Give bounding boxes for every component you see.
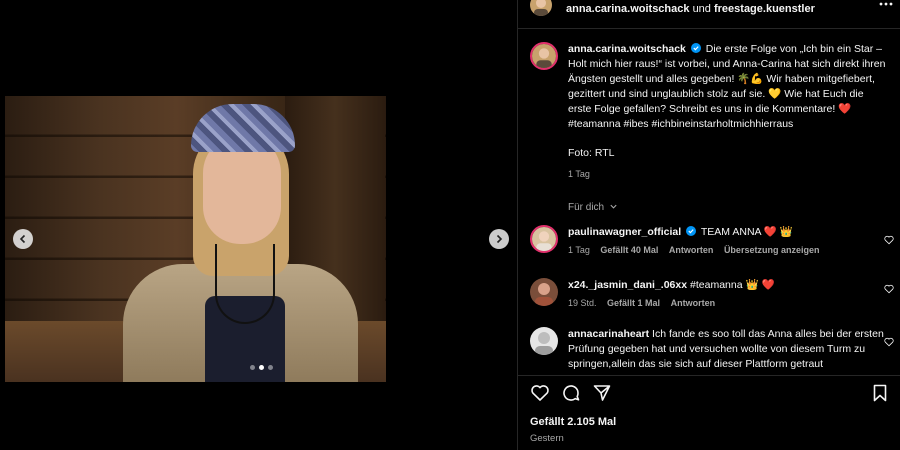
post-header-title: anna.carina.woitschack und freestage.kue… <box>566 3 815 15</box>
comment-username[interactable]: annacarinaheart <box>568 328 649 340</box>
necklace <box>215 244 275 324</box>
comment-body: paulinawagner_official TEAM ANNA ❤️ 👑 1 … <box>568 225 888 258</box>
post-photo[interactable] <box>5 96 386 382</box>
author-avatar[interactable] <box>530 0 552 16</box>
carousel-dot <box>268 365 273 370</box>
comment-body: x24._jasmin_dani_.06xx #teamanna 👑 ❤️ 19… <box>568 278 888 311</box>
save-bookmark-icon[interactable] <box>870 383 890 403</box>
comment-username[interactable]: paulinawagner_official <box>568 226 681 238</box>
header-connector: und <box>692 3 711 15</box>
chevron-left-icon <box>19 234 26 244</box>
share-paper-plane-icon[interactable] <box>592 383 612 403</box>
comment-bubble-icon[interactable] <box>561 383 581 403</box>
comment-avatar[interactable] <box>530 278 558 306</box>
divider <box>518 375 900 376</box>
chevron-down-icon <box>610 204 617 209</box>
like-count[interactable]: Gefällt 2.105 Mal <box>530 416 616 428</box>
post-info-pane: anna.carina.woitschack und freestage.kue… <box>517 0 900 450</box>
comment-avatar[interactable] <box>530 225 558 253</box>
translate-button[interactable]: Übersetzung anzeigen <box>724 245 820 255</box>
caption-credit: Foto: RTL <box>568 147 615 159</box>
post-header: anna.carina.woitschack und freestage.kue… <box>518 0 900 28</box>
comments-scroll-area[interactable]: anna.carina.woitschack Die erste Folge v… <box>518 30 900 375</box>
collaborator-username[interactable]: freestage.kuenstler <box>714 3 815 15</box>
caption-avatar[interactable] <box>530 42 558 70</box>
comment-like-heart-icon[interactable] <box>884 235 894 245</box>
carousel-next-button[interactable] <box>489 229 509 249</box>
caption-text: Die erste Folge von „Ich bin ein Star – … <box>568 43 886 130</box>
caption-body: anna.carina.woitschack Die erste Folge v… <box>568 42 888 182</box>
reply-button[interactable]: Antworten <box>669 245 714 255</box>
action-bar <box>530 383 890 405</box>
media-pane <box>0 0 517 450</box>
comment-avatar[interactable] <box>530 327 558 355</box>
more-options-icon[interactable] <box>878 0 894 12</box>
divider <box>518 28 900 29</box>
verified-badge-icon <box>686 226 697 236</box>
like-heart-icon[interactable] <box>530 383 550 403</box>
for-you-toggle[interactable]: Für dich <box>568 202 618 213</box>
chevron-right-icon <box>496 234 503 244</box>
comment-like-heart-icon[interactable] <box>884 337 894 347</box>
carousel-prev-button[interactable] <box>13 229 33 249</box>
post-timestamp: Gestern <box>530 433 564 444</box>
comment-body: annacarinaheart Ich fande es soo toll da… <box>568 327 888 372</box>
verified-badge-icon <box>690 43 701 53</box>
comment-like-heart-icon[interactable] <box>884 284 894 294</box>
carousel-indicator <box>250 365 273 370</box>
caption-username[interactable]: anna.carina.woitschack <box>568 43 686 55</box>
caption-age: 1 Tag <box>568 169 590 179</box>
reply-button[interactable]: Antworten <box>671 298 716 308</box>
comment-likes[interactable]: Gefällt 1 Mal <box>607 298 660 308</box>
author-username[interactable]: anna.carina.woitschack <box>566 3 690 15</box>
carousel-dot-active <box>259 365 264 370</box>
comment-age: 19 Std. <box>568 298 597 308</box>
comment-likes[interactable]: Gefällt 40 Mal <box>600 245 658 255</box>
comment-text: TEAM ANNA ❤️ 👑 <box>700 226 793 238</box>
carousel-dot <box>250 365 255 370</box>
comment-username[interactable]: x24._jasmin_dani_.06xx <box>568 279 687 291</box>
for-you-label: Für dich <box>568 202 605 213</box>
comment-age: 1 Tag <box>568 245 590 255</box>
comment-text: #teamanna 👑 ❤️ <box>690 279 775 291</box>
